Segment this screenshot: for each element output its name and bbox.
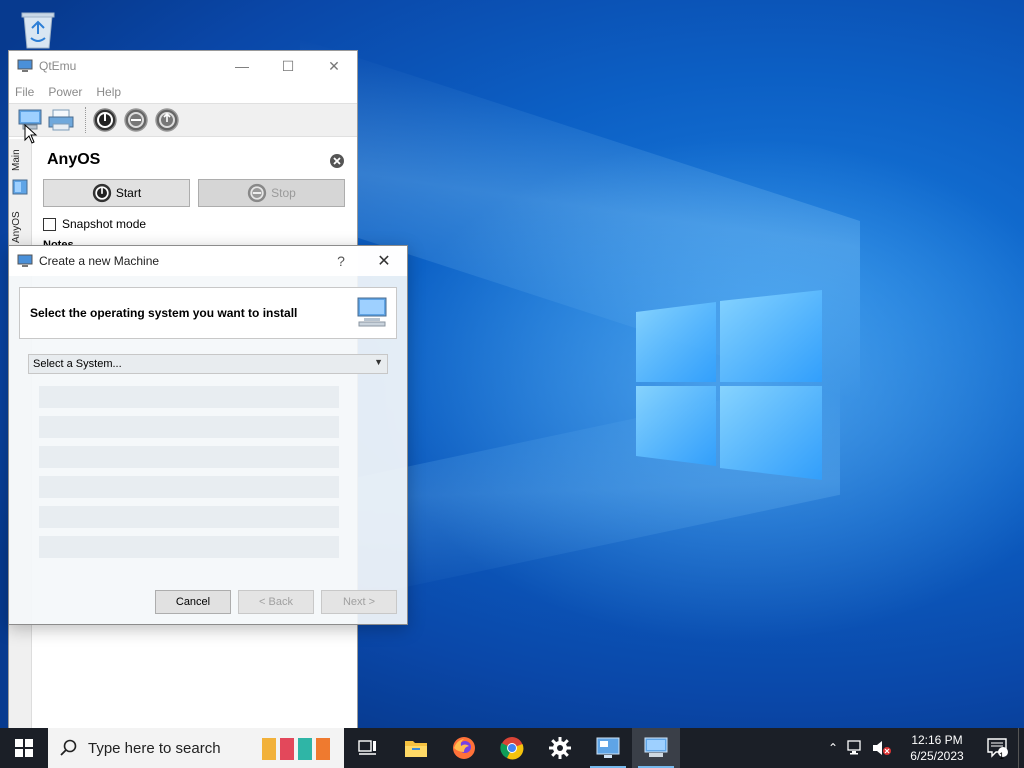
os-select-dropdown[interactable]: Select a System... ▼ xyxy=(28,354,388,374)
computer-icon xyxy=(357,297,387,327)
search-highlight-icon xyxy=(262,738,330,760)
menu-help[interactable]: Help xyxy=(96,85,121,99)
os-select-value: Select a System... xyxy=(33,358,122,370)
close-button[interactable]: ✕ xyxy=(311,51,357,81)
chevron-up-icon[interactable]: ⌃ xyxy=(822,741,844,755)
search-placeholder: Type here to search xyxy=(88,739,221,757)
reset-icon[interactable] xyxy=(154,107,180,133)
minimize-button[interactable]: — xyxy=(219,51,265,81)
clock-time: 12:16 PM xyxy=(911,733,963,747)
start-button[interactable]: Start xyxy=(43,179,190,207)
mouse-cursor-icon xyxy=(24,124,38,144)
stop-button[interactable]: Stop xyxy=(198,179,345,207)
start-label: Start xyxy=(115,186,142,200)
snapshot-mode-checkbox[interactable]: Snapshot mode xyxy=(43,217,146,231)
menu-power[interactable]: Power xyxy=(48,85,82,99)
back-button[interactable]: < Back xyxy=(238,590,314,614)
power-off-icon[interactable] xyxy=(123,107,149,133)
start-button-taskbar[interactable] xyxy=(0,728,48,768)
windows-logo xyxy=(636,290,822,480)
qtemu-titlebar[interactable]: QtEmu — ☐ ✕ xyxy=(9,51,357,81)
background-ghost-buttons xyxy=(39,386,339,558)
dialog-titlebar[interactable]: Create a new Machine ? ✕ xyxy=(9,246,407,276)
tab-anyos[interactable]: AnyOS xyxy=(11,211,22,243)
power-off-small-icon xyxy=(247,183,267,203)
taskbar: Type here to search ⌃ 12:16 PM 6/25/2023… xyxy=(0,728,1024,768)
volume-muted-icon[interactable] xyxy=(872,740,892,756)
snapshot-label: Snapshot mode xyxy=(62,217,147,231)
firefox-icon[interactable] xyxy=(440,728,488,768)
windows-start-icon xyxy=(15,739,33,757)
machine-title: AnyOS xyxy=(47,151,101,168)
tab-main[interactable]: Main xyxy=(11,149,22,171)
next-button[interactable]: Next > xyxy=(321,590,397,614)
dialog-help-button[interactable]: ? xyxy=(321,253,361,269)
chevron-down-icon: ▼ xyxy=(374,357,383,367)
dialog-title: Create a new Machine xyxy=(39,254,160,268)
power-on-small-icon xyxy=(92,183,111,203)
toolbar-separator xyxy=(85,107,86,133)
settings-icon[interactable] xyxy=(536,728,584,768)
machine-tab-icon xyxy=(12,179,28,195)
notification-count: 1 xyxy=(998,751,1004,761)
qtemu-app-icon xyxy=(17,59,33,72)
dialog-close-button[interactable]: ✕ xyxy=(361,251,407,271)
chrome-icon[interactable] xyxy=(488,728,536,768)
qtemu-taskbar-icon[interactable] xyxy=(632,728,680,768)
recycle-bin-icon[interactable] xyxy=(18,8,58,50)
dialog-header-text: Select the operating system you want to … xyxy=(30,306,298,320)
dialog-app-icon xyxy=(17,254,33,267)
power-on-icon[interactable] xyxy=(92,107,118,133)
cancel-button[interactable]: Cancel xyxy=(155,590,231,614)
printer-icon[interactable] xyxy=(48,107,74,133)
close-machine-icon[interactable] xyxy=(329,153,345,169)
qtemu-title: QtEmu xyxy=(39,59,77,73)
dialog-header: Select the operating system you want to … xyxy=(19,287,397,339)
create-machine-dialog: Create a new Machine ? ✕ Select the oper… xyxy=(8,245,408,625)
stop-label: Stop xyxy=(271,186,296,200)
snapshot-checkbox-box[interactable] xyxy=(43,217,56,231)
system-tray: ⌃ 12:16 PM 6/25/2023 1 xyxy=(822,728,1024,768)
maximize-button[interactable]: ☐ xyxy=(265,51,311,81)
remote-desktop-icon[interactable] xyxy=(584,728,632,768)
file-explorer-icon[interactable] xyxy=(392,728,440,768)
task-view-icon[interactable] xyxy=(344,728,392,768)
notification-center-button[interactable]: 1 xyxy=(978,728,1018,768)
clock-date: 6/25/2023 xyxy=(910,749,964,763)
qtemu-menubar: File Power Help xyxy=(9,81,357,103)
taskbar-clock[interactable]: 12:16 PM 6/25/2023 xyxy=(896,732,978,764)
menu-file[interactable]: File xyxy=(15,85,34,99)
network-icon[interactable] xyxy=(847,740,865,756)
search-icon xyxy=(60,739,77,756)
show-desktop-button[interactable] xyxy=(1018,728,1024,768)
qtemu-toolbar xyxy=(9,103,357,137)
taskbar-search-box[interactable]: Type here to search xyxy=(48,728,344,768)
